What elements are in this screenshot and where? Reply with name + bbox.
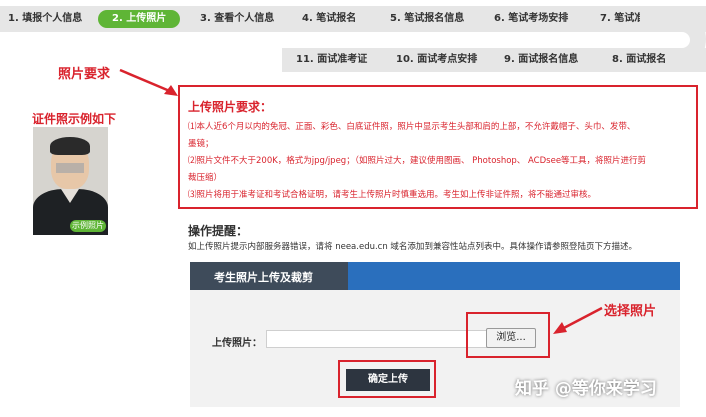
- requirement-line-1-cont: 墨镜；: [188, 139, 214, 149]
- annotation-photo-requirements: 照片要求: [58, 67, 111, 82]
- step-9-interview-info[interactable]: 9. 面试报名信息: [504, 48, 578, 72]
- step-2-upload-photo[interactable]: 2. 上传照片: [98, 10, 181, 28]
- step-6-written-exam-venue[interactable]: 6. 笔试考场安排: [494, 6, 568, 32]
- step-5-written-exam-info[interactable]: 5. 笔试报名信息: [390, 6, 464, 32]
- zhihu-watermark: 知乎 @等你来学习: [515, 379, 657, 399]
- tip-title: 操作提醒：: [188, 224, 249, 238]
- tip-text: 如上传照片提示内部服务器错误，请将 neea.edu.cn 域名添加到兼容性站点…: [188, 242, 637, 252]
- requirements-title: 上传照片要求：: [188, 100, 273, 114]
- submit-highlight-box: [338, 360, 436, 398]
- annotation-arrow-requirements: [119, 68, 178, 96]
- step-10-interview-venue[interactable]: 10. 面试考点安排: [396, 48, 477, 72]
- photo-eyes-blur: [56, 163, 84, 173]
- sample-photo-tag: 示例照片: [70, 220, 106, 232]
- step-nav-row-2: 11. 面试准考证 10. 面试考点安排 9. 面试报名信息 8. 面试报名: [282, 48, 706, 72]
- requirement-line-2: ⑵照片文件不大于200K，格式为jpg/jpeg；（如照片过大，建议使用图画、 …: [188, 156, 647, 166]
- step-8-interview-register[interactable]: 8. 面试报名: [612, 48, 666, 72]
- annotation-arrow-select: [553, 306, 603, 334]
- requirement-line-3: ⑶照片将用于准考证和考试合格证明，请考生上传照片时慎重选用。考生如上传非证件照，…: [188, 190, 597, 200]
- requirement-line-1: ⑴本人近6个月以内的免冠、正面、彩色、白底证件照，照片中显示考生头部和肩的上部，…: [188, 122, 636, 132]
- annotation-select-photo: 选择照片: [604, 304, 657, 319]
- upload-panel-header-bar: [348, 262, 680, 290]
- requirement-line-2-cont: 裁压缩）: [188, 173, 223, 183]
- sample-photo-title: 证件照示例如下: [32, 112, 117, 126]
- upload-panel-title: 考生照片上传及裁剪: [214, 271, 313, 284]
- step-4-written-exam-register[interactable]: 4. 笔试报名: [302, 6, 356, 32]
- step-1-fill-personal-info[interactable]: 1. 填报个人信息: [8, 6, 82, 32]
- photo-hair: [50, 137, 90, 155]
- step-11-interview-admission[interactable]: 11. 面试准考证: [296, 48, 367, 72]
- upload-photo-label: 上传照片：: [212, 338, 262, 349]
- browse-highlight-box: [466, 312, 550, 358]
- step-3-view-personal-info[interactable]: 3. 查看个人信息: [200, 6, 274, 32]
- sample-photo-image: 示例照片: [33, 127, 108, 235]
- step-nav-curve-gap: [640, 32, 690, 48]
- step-nav-row-1: 1. 填报个人信息 2. 上传照片 3. 查看个人信息 4. 笔试报名 5. 笔…: [0, 6, 706, 32]
